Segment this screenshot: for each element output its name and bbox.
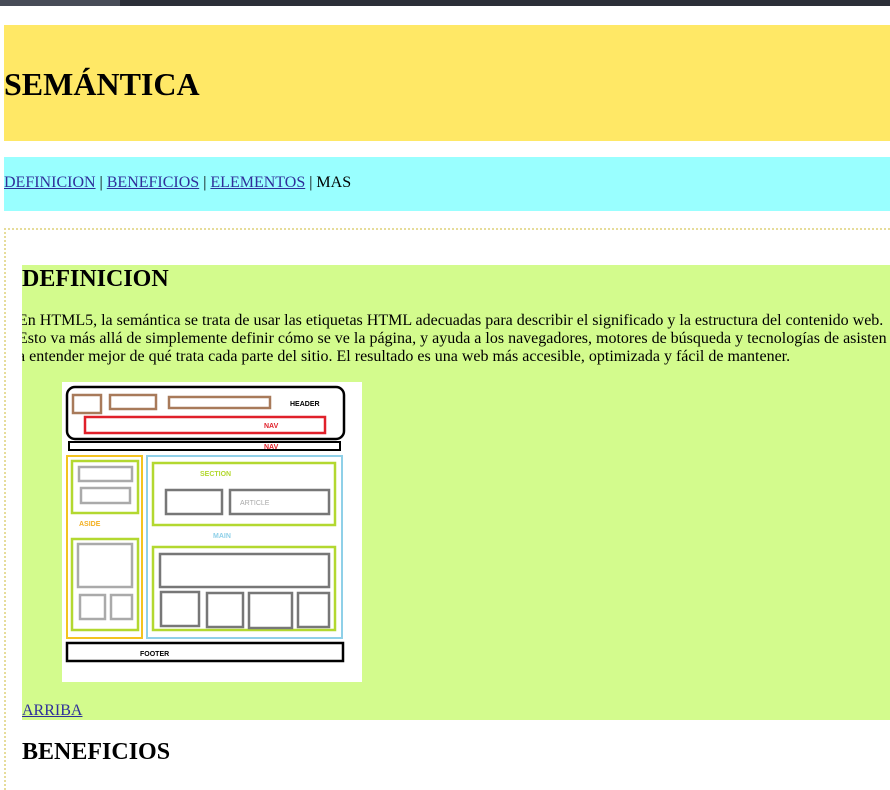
diagram-label-footer: FOOTER (140, 651, 169, 658)
paragraph-line: Esto va más allá de simplemente definir … (22, 330, 887, 347)
nav-link-elementos[interactable]: ELEMENTOS (210, 174, 305, 191)
nav-item-mas: MAS (316, 174, 352, 191)
diagram-nav-bar (68, 441, 341, 451)
diagram-header-item (167, 395, 272, 410)
diagram-aside-item (76, 542, 134, 589)
diagram-main-item (247, 591, 294, 630)
diagram-label-main: MAIN (213, 533, 231, 540)
diagram-section-box (151, 461, 337, 527)
paragraph-line: a entender mejor de qué trata cada parte… (22, 348, 791, 365)
diagram-main-item (159, 590, 201, 628)
definicion-paragraph: En HTML5, la semántica se trata de usar … (22, 312, 890, 366)
nav-separator: | (95, 174, 107, 191)
diagram-header-item (108, 393, 158, 411)
paragraph-line: En HTML5, la semántica se trata de usar … (22, 312, 884, 329)
diagram-label-nav: NAV (264, 423, 279, 430)
diagram-main-item (205, 591, 245, 629)
diagram-label-aside: ASIDE (79, 521, 101, 528)
back-to-top-link[interactable]: ARRIBA (22, 702, 82, 720)
definicion-section: DEFINICION En HTML5, la semántica se tra… (22, 265, 890, 720)
diagram-footer-box (65, 641, 345, 663)
diagram-aside-item (109, 593, 134, 621)
semantic-layout-diagram: HEADER NAV NAV ASIDE SECTION ARTICLE MAI… (62, 382, 362, 682)
main-nav: DEFINICION | BENEFICIOS | ELEMENTOS | MA… (4, 157, 890, 211)
diagram-aside-item (78, 593, 107, 621)
nav-separator: | (199, 174, 211, 191)
diagram-aside-item (79, 486, 132, 505)
diagram-header-item (71, 393, 103, 415)
diagram-main-item (158, 552, 331, 589)
page-header: SEMÁNTICA (4, 25, 890, 141)
diagram-label-article: ARTICLE (240, 500, 270, 507)
diagram-label-section: SECTION (200, 471, 231, 478)
diagram-svg: HEADER NAV NAV ASIDE SECTION ARTICLE MAI… (65, 385, 346, 663)
diagram-section-item (164, 488, 224, 516)
diagram-header-box (65, 385, 346, 441)
diagram-nav-box (83, 415, 327, 435)
diagram-label-header: HEADER (290, 401, 320, 408)
browser-top-bar (0, 0, 890, 6)
nav-separator: | (305, 174, 317, 191)
section-heading-definicion: DEFINICION (22, 266, 169, 292)
nav-link-beneficios[interactable]: BENEFICIOS (107, 174, 199, 191)
browser-tab[interactable] (0, 0, 120, 6)
diagram-label-nav-2: NAV (264, 444, 279, 451)
diagram-main-item (296, 591, 331, 629)
page-title: SEMÁNTICA (4, 66, 200, 102)
nav-link-definicion[interactable]: DEFINICION (4, 174, 96, 191)
diagram-aside-item (77, 465, 134, 483)
